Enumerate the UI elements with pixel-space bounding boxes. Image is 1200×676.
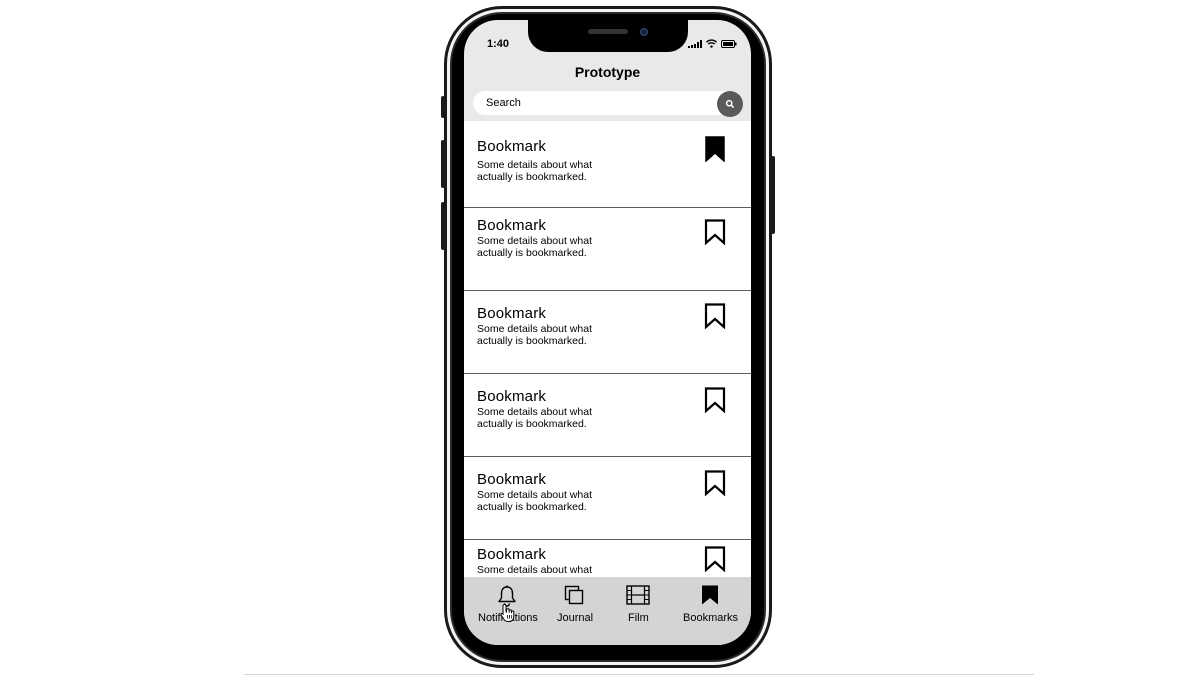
hand-cursor-icon — [500, 604, 515, 622]
cellular-signal-icon — [688, 39, 702, 48]
film-icon — [626, 585, 650, 605]
item-description: Some details about what actually is book… — [477, 235, 592, 259]
page-divider — [244, 674, 1034, 675]
item-title: Bookmark — [477, 471, 547, 488]
tab-label: Bookmarks — [683, 612, 739, 624]
tab-label: Journal — [557, 612, 594, 624]
item-title: Bookmark — [477, 546, 547, 563]
bookmark-outline-icon[interactable] — [704, 546, 726, 572]
item-title: Bookmark — [477, 388, 547, 405]
bookmark-filled-icon[interactable] — [704, 136, 726, 162]
notch — [528, 20, 688, 52]
bookmark-outline-icon[interactable] — [704, 470, 726, 496]
bookmark-outline-icon[interactable] — [704, 303, 726, 329]
list-item[interactable]: Bookmark Some details about what actuall… — [464, 374, 751, 457]
tab-film[interactable]: Film — [614, 577, 664, 629]
item-title: Bookmark — [477, 138, 547, 155]
item-description: Some details about what actually is book… — [477, 489, 592, 513]
list-item[interactable]: Bookmark Some details about what actuall… — [464, 291, 751, 374]
front-camera — [640, 28, 648, 36]
item-description: Some details about what actually is book… — [477, 159, 592, 183]
status-icons — [688, 39, 737, 48]
search-button[interactable] — [717, 91, 743, 117]
volume-down-button — [441, 202, 445, 250]
search-placeholder: Search — [486, 97, 521, 109]
item-title: Bookmark — [477, 305, 547, 322]
tab-journal[interactable]: Journal — [550, 577, 602, 629]
battery-icon — [721, 39, 737, 48]
bookmark-outline-icon[interactable] — [704, 387, 726, 413]
page-title: Prototype — [574, 64, 641, 80]
search-icon — [725, 99, 735, 109]
tab-bookmarks[interactable]: Bookmarks — [678, 577, 751, 629]
item-title: Bookmark — [477, 217, 547, 234]
list-item[interactable]: Bookmark Some details about what actuall… — [464, 208, 751, 291]
tab-label: Film — [628, 612, 649, 624]
wifi-icon — [706, 39, 717, 48]
mute-switch — [441, 96, 445, 118]
status-time: 1:40 — [487, 38, 510, 50]
bookmark-outline-icon[interactable] — [704, 219, 726, 245]
item-description: Some details about what — [477, 564, 592, 576]
item-description: Some details about what actually is book… — [477, 323, 592, 347]
bookmark-filled-icon — [702, 585, 718, 605]
speaker — [588, 29, 628, 34]
list-item[interactable]: Bookmark Some details about what actuall… — [464, 121, 751, 208]
power-button — [771, 156, 775, 234]
copy-icon — [564, 585, 584, 605]
volume-up-button — [441, 140, 445, 188]
bookmark-list: Bookmark Some details about what actuall… — [464, 121, 751, 577]
list-item[interactable]: Bookmark Some details about what actuall… — [464, 457, 751, 540]
list-item[interactable]: Bookmark Some details about what — [464, 540, 751, 577]
phone-screen: 1:40 Prototype Search Bookmark Some deta… — [464, 20, 751, 645]
search-input[interactable]: Search — [473, 91, 743, 115]
item-description: Some details about what actually is book… — [477, 406, 592, 430]
